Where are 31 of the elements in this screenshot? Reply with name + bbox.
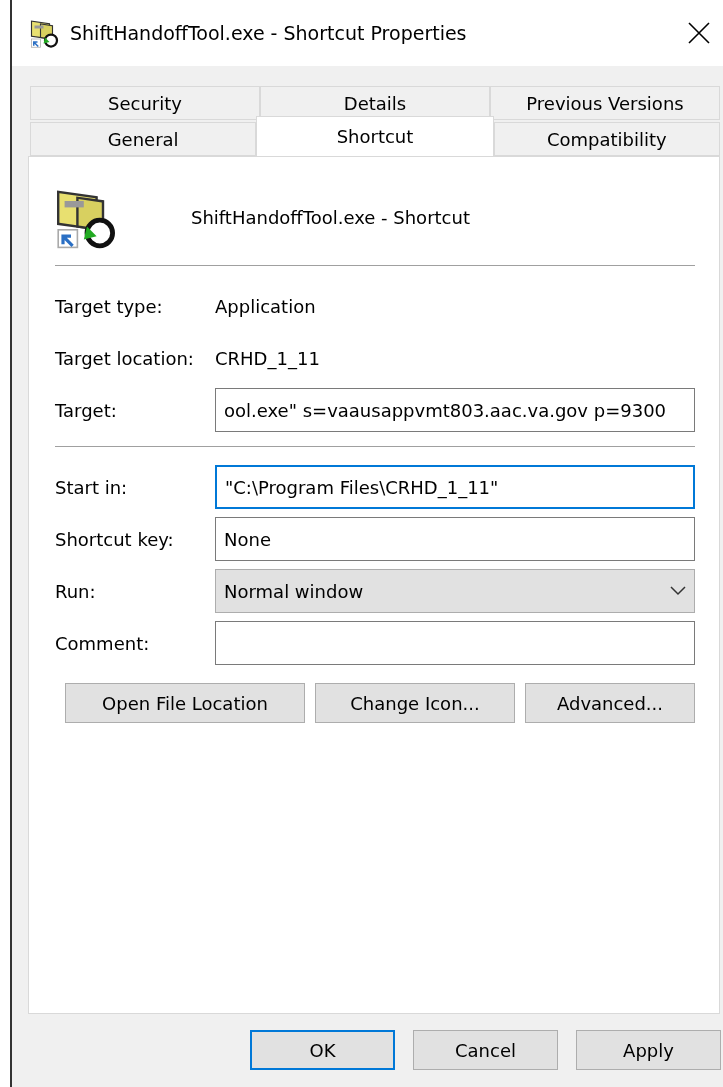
tab[interactable]: Security	[30, 86, 260, 120]
dialog-button[interactable]: Cancel	[413, 1030, 558, 1070]
field-label: Comment:	[55, 632, 151, 654]
dialog-button[interactable]: OK	[250, 1030, 395, 1070]
tab[interactable]: Previous Versions	[490, 86, 720, 120]
chevron-down-icon	[670, 586, 686, 596]
field-label: Target type:	[55, 295, 164, 317]
field-label: Target location:	[55, 347, 195, 369]
dialog-button[interactable]: Apply	[576, 1030, 721, 1070]
field-label: Target:	[55, 399, 118, 421]
shortcut-app-icon	[30, 18, 60, 48]
window-title: ShiftHandoffTool.exe - Shortcut Properties	[70, 22, 468, 44]
input-field[interactable]	[215, 621, 695, 665]
field-value: Application	[215, 295, 316, 317]
tab[interactable]: Compatibility	[493, 122, 720, 156]
close-icon	[688, 22, 710, 44]
dropdown-value: Normal window	[224, 580, 364, 602]
action-button[interactable]: Change Icon...	[315, 683, 515, 723]
field-value: CRHD_1_11	[215, 347, 320, 369]
field-label: Start in:	[55, 476, 129, 498]
input-field[interactable]: None	[215, 517, 695, 561]
run-dropdown[interactable]: Normal window	[215, 569, 695, 613]
action-button[interactable]: Advanced...	[525, 683, 695, 723]
input-field[interactable]: "C:\Program Files\CRHD_1_11"	[215, 465, 695, 509]
field-label: Run:	[55, 580, 97, 602]
tab[interactable]: Shortcut	[256, 116, 494, 156]
shortcut-name: ShiftHandoffTool.exe - Shortcut	[191, 206, 470, 228]
tab[interactable]: General	[30, 122, 257, 156]
input-field[interactable]: ool.exe" s=vaausappvmt803.aac.va.gov p=9300	[215, 388, 695, 432]
action-button[interactable]: Open File Location	[65, 683, 305, 723]
field-label: Shortcut key:	[55, 528, 175, 550]
